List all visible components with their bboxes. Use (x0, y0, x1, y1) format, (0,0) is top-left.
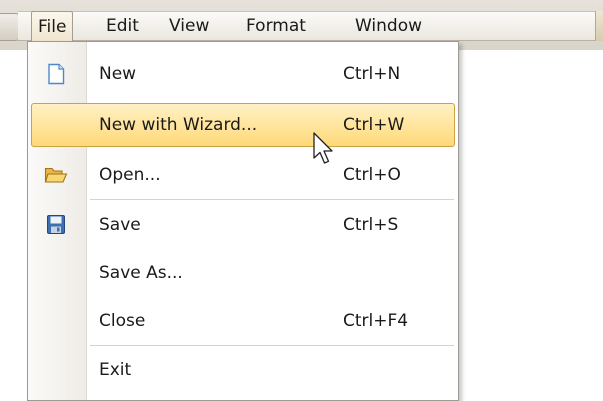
menu-window-label: Window (355, 16, 423, 36)
menu-item-new-with-wizard-label: New with Wizard... (99, 115, 258, 135)
menu-item-exit-label: Exit (99, 360, 132, 380)
menu-item-save-label: Save (99, 215, 141, 235)
menu-item-new-with-wizard[interactable]: New with Wizard... Ctrl+W (31, 103, 455, 147)
menu-view[interactable]: View (163, 11, 215, 41)
mouse-pointer-icon (312, 132, 334, 166)
menu-item-open[interactable]: Open... Ctrl+O (28, 153, 458, 197)
menu-item-new[interactable]: New Ctrl+N (28, 52, 458, 96)
menu-item-save-as[interactable]: Save As... (28, 251, 458, 295)
menu-format-label: Format (246, 16, 306, 36)
toolbar-grip[interactable] (0, 13, 19, 41)
menu-item-new-with-wizard-shortcut: Ctrl+W (343, 115, 405, 135)
menu-file-label: File (38, 17, 67, 37)
menu-item-exit[interactable]: Exit (28, 348, 458, 392)
menu-edit-label: Edit (106, 16, 139, 36)
file-menu-dropdown: New Ctrl+N New with Wizard... Ctrl+W Ope… (27, 41, 459, 401)
menu-item-new-shortcut: Ctrl+N (343, 64, 401, 84)
menu-item-save-as-label: Save As... (99, 263, 183, 283)
menu-item-close-label: Close (99, 311, 146, 331)
menu-item-save[interactable]: Save Ctrl+S (28, 203, 458, 247)
menu-item-new-label: New (99, 64, 137, 84)
floppy-disk-icon (44, 214, 68, 236)
menu-edit[interactable]: Edit (100, 11, 145, 41)
menu-file[interactable]: File (31, 11, 74, 41)
menu-separator (90, 199, 454, 201)
menu-window[interactable]: Window (349, 11, 428, 41)
menu-item-open-shortcut: Ctrl+O (343, 165, 401, 185)
menu-bar-end (595, 11, 603, 41)
menu-format[interactable]: Format (240, 11, 312, 41)
menu-item-close-shortcut: Ctrl+F4 (343, 311, 409, 331)
menu-item-open-label: Open... (99, 165, 161, 185)
menu-item-save-shortcut: Ctrl+S (343, 215, 399, 235)
menu-view-label: View (169, 16, 210, 36)
folder-open-icon (44, 164, 68, 186)
menu-separator (90, 345, 454, 347)
new-document-icon (44, 63, 68, 85)
menu-item-close[interactable]: Close Ctrl+F4 (28, 299, 458, 343)
